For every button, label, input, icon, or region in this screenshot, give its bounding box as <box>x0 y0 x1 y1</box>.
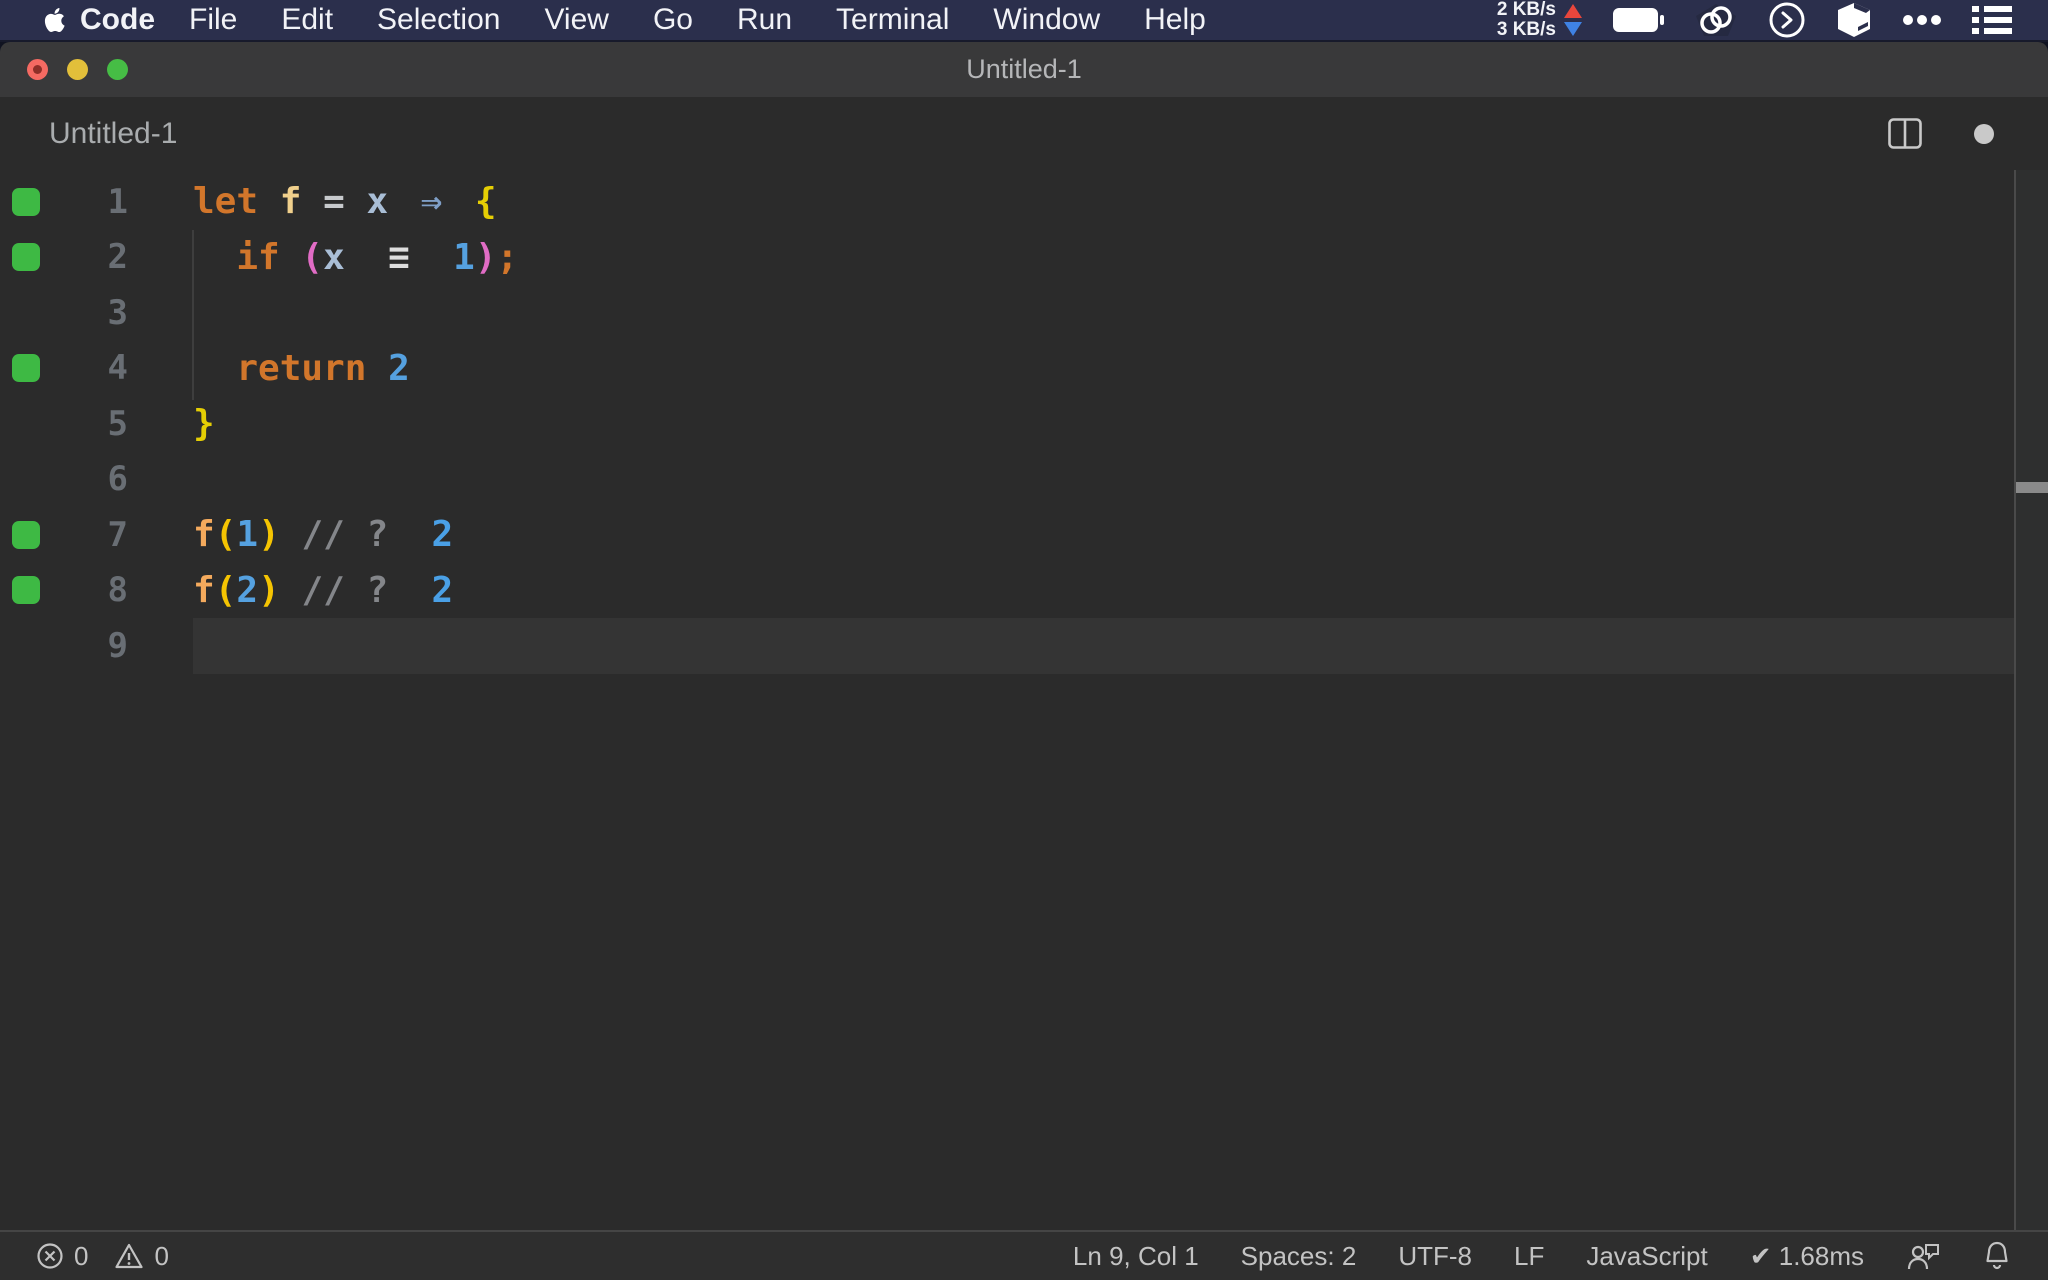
line-number[interactable]: 3 <box>52 293 128 333</box>
linked-rings-icon[interactable] <box>1694 2 1738 38</box>
code-line-6[interactable]: 6 <box>0 452 2048 508</box>
line-content: return 2 <box>236 347 410 389</box>
download-arrow-icon <box>1564 22 1582 36</box>
gutter <box>0 243 52 272</box>
overview-ruler[interactable] <box>2014 170 2048 1230</box>
status-item-ln-9-col-1[interactable]: Ln 9, Col 1 <box>1073 1241 1199 1272</box>
status-item-javascript[interactable]: JavaScript <box>1586 1241 1707 1272</box>
coverage-indicator <box>12 576 40 605</box>
gutter <box>0 187 52 216</box>
gutter <box>0 354 52 383</box>
terminal-circle-icon[interactable] <box>1768 1 1806 39</box>
notifications-bell-icon[interactable] <box>1982 1240 2012 1272</box>
status-item-spaces-2[interactable]: Spaces: 2 <box>1241 1241 1357 1272</box>
line-content: if (x ≡ 1); <box>236 236 519 278</box>
cube-icon[interactable] <box>1836 1 1872 39</box>
line-number[interactable]: 9 <box>52 626 128 666</box>
menu-item-go[interactable]: Go <box>653 3 693 37</box>
list-icon[interactable] <box>1972 5 2012 35</box>
coverage-indicator <box>12 187 40 216</box>
code-lines: 1 let f = x ⇒ {2 if (x ≡ 1); 3 4 return 2 5}… <box>0 174 2048 674</box>
window-title-bar[interactable]: Untitled-1 <box>0 42 2048 97</box>
status-item-utf-8[interactable]: UTF-8 <box>1398 1241 1472 1272</box>
battery-icon[interactable] <box>1612 7 1664 33</box>
line-content: f(1) // ? 2 <box>193 514 454 556</box>
tab-untitled-1[interactable]: Untitled-1 <box>49 117 177 151</box>
line-number[interactable]: 1 <box>52 182 128 222</box>
line-number[interactable]: 7 <box>52 515 128 555</box>
menu-item-view[interactable]: View <box>544 3 608 37</box>
window-title: Untitled-1 <box>966 54 1082 84</box>
split-editor-icon[interactable] <box>1888 118 1922 149</box>
gutter <box>0 576 52 605</box>
upload-arrow-icon <box>1564 4 1582 18</box>
code-editor[interactable]: 1 let f = x ⇒ {2 if (x ≡ 1); 3 4 return 2 5}… <box>0 170 2048 1230</box>
line-number[interactable]: 6 <box>52 459 128 499</box>
code-line-2[interactable]: 2 if (x ≡ 1); <box>0 230 2048 286</box>
menu-item-edit[interactable]: Edit <box>281 3 333 37</box>
status-bar: 0 0 Ln 9, Col 1 Spaces: 2 UTF-8 LF JavaScrip… <box>0 1230 2048 1280</box>
line-content: f(2) // ? 2 <box>193 569 454 611</box>
menu-item-selection[interactable]: Selection <box>377 3 500 37</box>
line-number[interactable]: 8 <box>52 570 128 610</box>
menu-items: File Edit Selection View Go Run Terminal Window… <box>189 3 1206 37</box>
code-line-3[interactable]: 3 <box>0 285 2048 341</box>
status-bar-right: Ln 9, Col 1 Spaces: 2 UTF-8 LF JavaScript ✔ 1… <box>1073 1240 2012 1272</box>
coverage-indicator <box>12 354 40 383</box>
menu-item-file[interactable]: File <box>189 3 237 37</box>
code-line-9[interactable]: 9 <box>0 618 2048 674</box>
coverage-indicator <box>12 520 40 549</box>
feedback-person-icon[interactable] <box>1906 1241 1940 1271</box>
ellipsis-icon[interactable] <box>1902 14 1942 26</box>
menu-item-app-name[interactable]: Code <box>80 3 155 37</box>
code-line-7[interactable]: 7 f(1) // ? 2 <box>0 507 2048 563</box>
apple-menu-icon[interactable] <box>44 5 70 35</box>
menu-item-run[interactable]: Run <box>737 3 792 37</box>
line-number[interactable]: 5 <box>52 404 128 444</box>
menu-item-window[interactable]: Window <box>993 3 1100 37</box>
line-content: let f = x ⇒ { <box>193 181 497 223</box>
code-line-8[interactable]: 8 f(2) // ? 2 <box>0 563 2048 619</box>
line-number[interactable]: 2 <box>52 237 128 277</box>
unsaved-changes-dot[interactable] <box>1974 123 1994 144</box>
menu-bar-status-icons: 2 KB/s 3 KB/s <box>1497 0 2012 40</box>
code-line-4[interactable]: 4 return 2 <box>0 341 2048 397</box>
error-count: 0 <box>74 1240 89 1271</box>
errors-icon <box>36 1242 64 1270</box>
network-upload-speed: 2 KB/s <box>1496 0 1556 20</box>
desktop: Code File Edit Selection View Go Run Terminal W… <box>0 0 2048 1280</box>
menu-item-help[interactable]: Help <box>1144 3 1206 37</box>
problems-status[interactable]: 0 0 <box>36 1241 169 1272</box>
menu-item-terminal[interactable]: Terminal <box>836 3 949 37</box>
warnings-icon <box>114 1242 144 1270</box>
code-line-5[interactable]: 5} <box>0 396 2048 452</box>
warning-count: 0 <box>154 1240 169 1271</box>
code-line-1[interactable]: 1 let f = x ⇒ { <box>0 174 2048 230</box>
line-content: } <box>193 403 215 445</box>
line-number[interactable]: 4 <box>52 348 128 388</box>
status-item-1-68ms[interactable]: ✔ 1.68ms <box>1750 1241 1864 1272</box>
macos-menu-bar: Code File Edit Selection View Go Run Terminal W… <box>0 0 2048 42</box>
coverage-indicator <box>12 243 40 272</box>
gutter <box>0 520 52 549</box>
overview-ruler-cursor-marker <box>2016 482 2048 493</box>
status-item-lf[interactable]: LF <box>1514 1241 1544 1272</box>
network-speed-monitor: 2 KB/s 3 KB/s <box>1497 0 1582 40</box>
network-download-speed: 3 KB/s <box>1496 19 1556 40</box>
editor-tab-row: Untitled-1 <box>0 97 2048 170</box>
